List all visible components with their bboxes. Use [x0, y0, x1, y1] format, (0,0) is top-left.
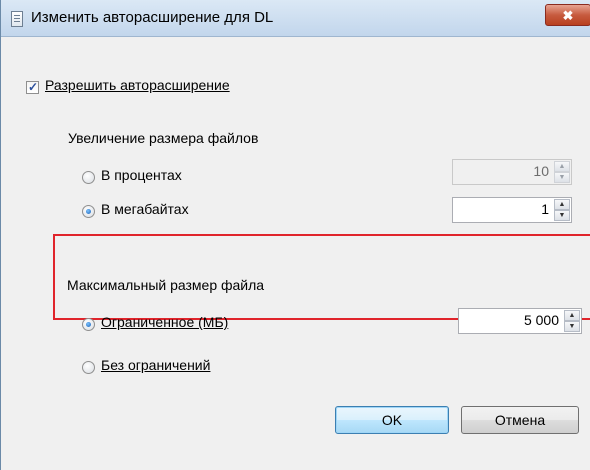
checkmark-icon: ✓	[28, 80, 39, 94]
growth-percent-stepper: 10 ▲ ▼	[452, 159, 572, 185]
spin-arrows[interactable]: ▲ ▼	[554, 199, 570, 221]
spin-up-arrow-icon[interactable]: ▲	[564, 310, 580, 321]
spin-down-arrow-icon: ▼	[554, 172, 570, 183]
unlimited-size-label[interactable]: Без ограничений	[101, 357, 210, 373]
autogrowth-dialog: Изменить авторасширение для DL ✖ ✓ Разре…	[0, 0, 590, 470]
close-icon: ✖	[562, 7, 574, 23]
limited-size-value: 5 000	[523, 312, 559, 328]
ok-button[interactable]: OK	[335, 406, 449, 434]
file-growth-heading: Увеличение размера файлов	[68, 130, 259, 146]
max-size-heading: Максимальный размер файла	[67, 277, 265, 293]
spin-down-arrow-icon[interactable]: ▼	[564, 321, 580, 332]
limited-size-radio[interactable]	[82, 318, 95, 331]
growth-mb-stepper[interactable]: 1 ▲ ▼	[452, 197, 572, 223]
spin-arrows[interactable]: ▲ ▼	[564, 310, 580, 332]
dialog-content: ✓ Разрешить авторасширение Увеличение ра…	[2, 37, 590, 467]
cancel-button[interactable]: Отмена	[461, 406, 579, 434]
spin-down-arrow-icon[interactable]: ▼	[554, 210, 570, 221]
spin-up-arrow-icon: ▲	[554, 161, 570, 172]
growth-percent-radio[interactable]	[82, 171, 95, 184]
unlimited-size-radio[interactable]	[82, 361, 95, 374]
title-bar: Изменить авторасширение для DL ✖	[1, 0, 590, 37]
growth-mb-radio[interactable]	[82, 205, 95, 218]
dialog-title: Изменить авторасширение для DL	[31, 9, 274, 26]
spin-up-arrow-icon[interactable]: ▲	[554, 199, 570, 210]
limited-size-label[interactable]: Ограниченное (МБ)	[101, 314, 228, 330]
growth-percent-label[interactable]: В процентах	[101, 167, 182, 183]
document-icon	[11, 11, 23, 27]
enable-autogrowth-checkbox[interactable]: ✓	[26, 80, 39, 94]
enable-autogrowth-label[interactable]: Разрешить авторасширение	[45, 77, 230, 93]
growth-percent-value: 10	[533, 163, 549, 179]
growth-mb-label[interactable]: В мегабайтах	[101, 201, 189, 217]
growth-mb-value: 1	[541, 201, 549, 217]
limited-size-stepper[interactable]: 5 000 ▲ ▼	[458, 308, 582, 334]
spin-arrows: ▲ ▼	[554, 161, 570, 183]
close-button[interactable]: ✖	[545, 4, 590, 26]
